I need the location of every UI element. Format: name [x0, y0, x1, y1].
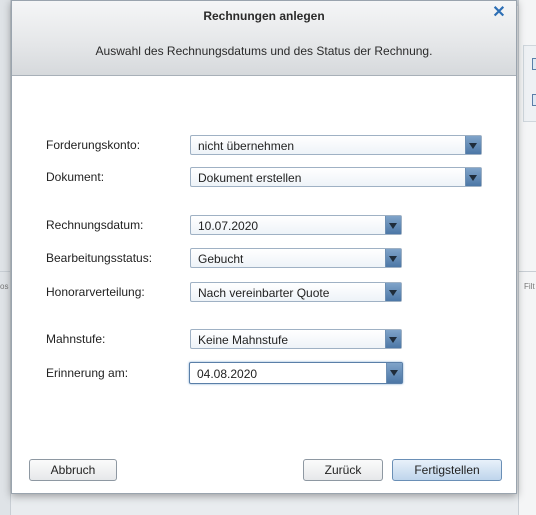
mahnstufe-value: Keine Mahnstufe — [198, 333, 289, 347]
honorarverteilung-value: Nach vereinbarter Quote — [198, 286, 330, 300]
erinnerung-picker[interactable]: 04.08.2020 — [189, 362, 403, 384]
bearbeitungsstatus-value: Gebucht — [198, 252, 244, 266]
dokument-select[interactable]: Dokument erstellen — [190, 167, 482, 187]
background-left-panel: os — [0, 0, 11, 515]
chevron-down-icon[interactable] — [385, 283, 401, 301]
zurueck-button[interactable]: Zurück — [303, 459, 383, 481]
forderungskonto-row: Forderungskonto: nicht übernehmen — [46, 135, 486, 155]
chevron-down-icon[interactable] — [385, 330, 401, 348]
mahnstufe-row: Mahnstufe: Keine Mahnstufe — [46, 329, 406, 349]
background-toolbar-icon — [532, 58, 536, 70]
dialog-header: Rechnungen anlegen ✕ Auswahl des Rechnun… — [12, 1, 516, 76]
background-right-toolbar — [523, 45, 536, 122]
dokument-row: Dokument: Dokument erstellen — [46, 167, 486, 187]
dialog-subtitle: Auswahl des Rechnungsdatums und des Stat… — [95, 44, 433, 58]
erinnerung-label: Erinnerung am: — [46, 366, 129, 380]
chevron-down-icon[interactable] — [465, 168, 481, 186]
forderungskonto-label: Forderungskonto: — [46, 138, 141, 152]
honorarverteilung-label: Honorarverteilung: — [46, 285, 145, 299]
background-toolbar-icon — [532, 94, 536, 106]
fertigstellen-button[interactable]: Fertigstellen — [392, 459, 502, 481]
background-right-panel: Filt — [518, 0, 536, 515]
honorarverteilung-select[interactable]: Nach vereinbarter Quote — [190, 282, 402, 302]
forderungskonto-select[interactable]: nicht übernehmen — [190, 135, 482, 155]
bearbeitungsstatus-select[interactable]: Gebucht — [190, 248, 402, 268]
bearbeitungsstatus-row: Bearbeitungsstatus: Gebucht — [46, 248, 406, 268]
mahnstufe-label: Mahnstufe: — [46, 332, 106, 346]
forderungskonto-value: nicht übernehmen — [198, 139, 295, 153]
rechnungsdatum-row: Rechnungsdatum: 10.07.2020 — [46, 215, 406, 235]
erinnerung-value: 04.08.2020 — [197, 367, 258, 381]
rechnungsdatum-value: 10.07.2020 — [198, 219, 259, 233]
honorarverteilung-row: Honorarverteilung: Nach vereinbarter Quo… — [46, 282, 406, 302]
dialog-title: Rechnungen anlegen — [203, 9, 325, 23]
chevron-down-icon[interactable] — [385, 216, 401, 234]
erinnerung-row: Erinnerung am: 04.08.2020 — [46, 362, 406, 384]
background-right-text: Filt — [524, 282, 535, 291]
chevron-down-icon[interactable] — [465, 136, 481, 154]
abbruch-button[interactable]: Abbruch — [29, 459, 117, 481]
dokument-value: Dokument erstellen — [198, 171, 302, 185]
background-divider — [0, 271, 10, 272]
chevron-down-icon[interactable] — [386, 363, 402, 383]
create-invoice-dialog: Rechnungen anlegen ✕ Auswahl des Rechnun… — [11, 0, 517, 494]
chevron-down-icon[interactable] — [385, 249, 401, 267]
mahnstufe-select[interactable]: Keine Mahnstufe — [190, 329, 402, 349]
dokument-label: Dokument: — [46, 170, 105, 184]
bearbeitungsstatus-label: Bearbeitungsstatus: — [46, 251, 153, 265]
rechnungsdatum-picker[interactable]: 10.07.2020 — [190, 215, 402, 235]
background-divider — [518, 271, 536, 272]
close-icon[interactable]: ✕ — [492, 5, 506, 21]
rechnungsdatum-label: Rechnungsdatum: — [46, 218, 144, 232]
background-left-text: os — [0, 282, 9, 291]
